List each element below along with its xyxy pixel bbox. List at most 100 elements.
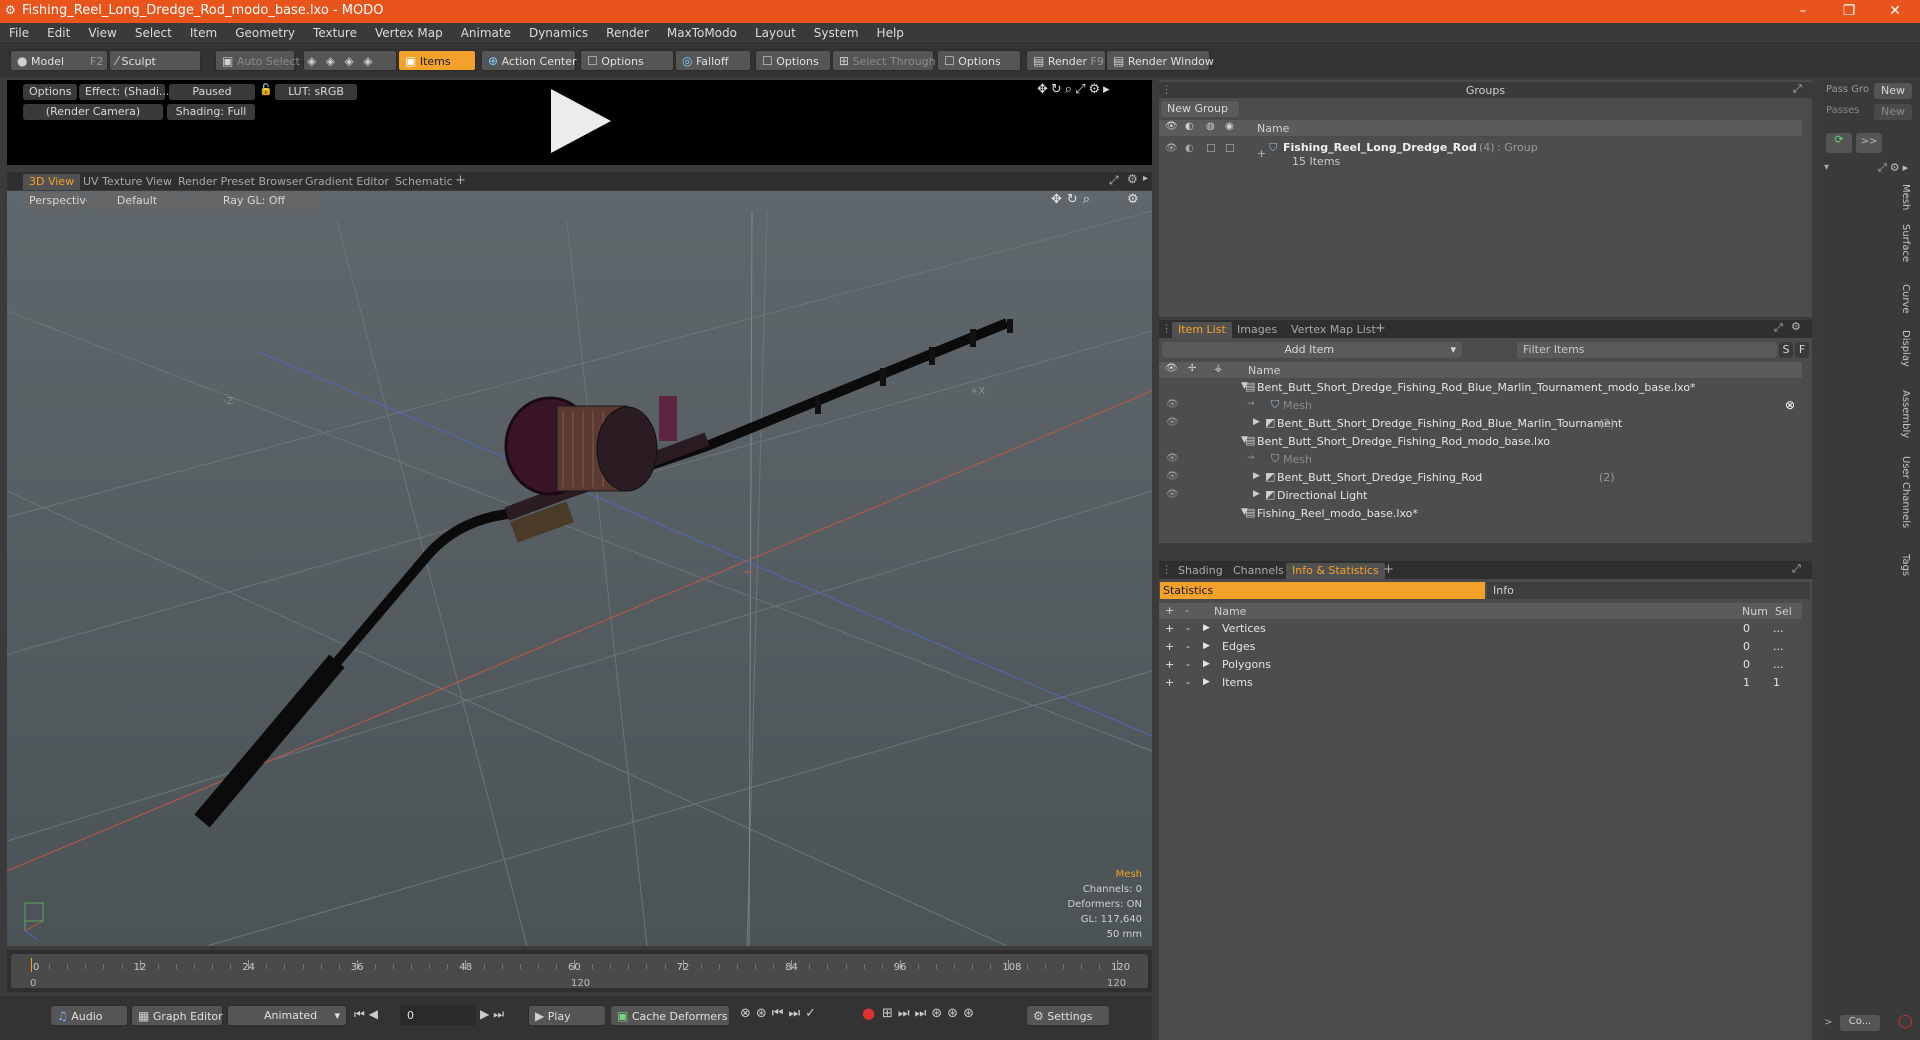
- expand-plus-icon[interactable]: +: [1165, 622, 1174, 635]
- row-eye-icon[interactable]: 👁: [1166, 417, 1179, 428]
- falloff-options-button[interactable]: ☐ Options: [755, 50, 831, 71]
- play-button[interactable]: ▶ Play: [528, 1005, 606, 1026]
- add-tab-icon[interactable]: +: [1383, 562, 1394, 577]
- item-list-row[interactable]: ▼ ▤ Fishing_Reel_modo_base.lxo*: [1159, 505, 1802, 523]
- action-center-button[interactable]: ⊕ Action Center: [481, 50, 577, 71]
- shading-dropdown[interactable]: Shading: Full: [167, 104, 255, 120]
- group-visibility-icon[interactable]: 👁: [1165, 143, 1178, 154]
- lock-icon[interactable]: 🔓: [259, 83, 273, 96]
- close-icon[interactable]: ✕: [1872, 0, 1918, 23]
- collapse-arrow-icon[interactable]: >: [1824, 1017, 1832, 1028]
- edge-mode-icon[interactable]: ◈: [326, 54, 335, 68]
- expand-triangle-icon[interactable]: ▶: [1253, 417, 1260, 427]
- animated-dropdown[interactable]: Animated ▾: [227, 1005, 347, 1026]
- filter-s-button[interactable]: S: [1779, 342, 1793, 358]
- menu-item-system[interactable]: System: [805, 23, 868, 40]
- co-button[interactable]: Co...: [1840, 1015, 1880, 1031]
- menu-item-edit[interactable]: Edit: [38, 23, 79, 40]
- preview-nav-icons[interactable]: ✥↻⌕⤢⚙▸: [1037, 82, 1113, 97]
- items-mode-button[interactable]: ▣ Items: [398, 50, 476, 71]
- vertex-mode-icon[interactable]: ◈: [307, 54, 316, 68]
- stats-row[interactable]: + - ▶ Vertices 0...: [1159, 620, 1802, 638]
- expand-triangle-icon[interactable]: ▶: [1203, 641, 1210, 651]
- side-tab-user-channels[interactable]: User Channels: [1900, 456, 1911, 528]
- collapse-minus-icon[interactable]: -: [1186, 676, 1190, 689]
- polygon-mode-icon[interactable]: ◈: [344, 54, 353, 68]
- render-button[interactable]: ▤ Render F9: [1026, 50, 1106, 71]
- select-through-button[interactable]: ⊞ Select Through: [832, 50, 936, 71]
- item-list-row[interactable]: ▼ ▤ Bent_Butt_Short_Dredge_Fishing_Rod_Blu…: [1159, 379, 1802, 397]
- collapse-minus-icon[interactable]: -: [1186, 622, 1190, 635]
- info-maximize-icon[interactable]: ⤢: [1792, 562, 1801, 576]
- side-panel-icons[interactable]: ⤢⚙▸: [1878, 161, 1911, 175]
- expand-plus-icon[interactable]: +: [1165, 658, 1174, 671]
- lut-dropdown[interactable]: LUT: sRGB: [275, 84, 357, 100]
- item-list-row[interactable]: 👁 ▶ ◩ Bent_Butt_Short_Dredge_Fishing_Rod_Bl…: [1159, 415, 1802, 433]
- item-list-row[interactable]: 👁 ▶ ◩ Bent_Butt_Short_Dredge_Fishing_Rod (2): [1159, 469, 1802, 487]
- menu-item-item[interactable]: Item: [181, 23, 226, 40]
- expand-triangle-icon[interactable]: ▶: [1203, 623, 1210, 633]
- viewport-arrow-icon[interactable]: ▸: [1143, 173, 1148, 184]
- cache-deformers-button[interactable]: ▣ Cache Deformers: [610, 1005, 730, 1026]
- add-item-button[interactable]: Add Item ▾: [1162, 342, 1462, 358]
- group-expand-icon[interactable]: +: [1257, 147, 1266, 160]
- row-eye-icon[interactable]: 👁: [1166, 489, 1179, 500]
- render-window-button[interactable]: ▤ Render Window: [1106, 50, 1214, 71]
- item-list-row[interactable]: 👁 → ⛉ Mesh: [1159, 397, 1802, 415]
- item-list-row[interactable]: 👁 → ⛉ Mesh: [1159, 451, 1802, 469]
- viewport-gear-icon[interactable]: ⚙: [1127, 172, 1138, 186]
- menu-item-texture[interactable]: Texture: [304, 23, 366, 40]
- model-button[interactable]: ● Model F2: [10, 50, 108, 71]
- add-tab-icon[interactable]: +: [1375, 321, 1386, 336]
- tab-gradient-editor[interactable]: Gradient Editor: [299, 174, 395, 190]
- groups-maximize-icon[interactable]: ⤢: [1793, 82, 1802, 96]
- camera-dropdown[interactable]: (Render Camera): [23, 104, 163, 120]
- menu-item-file[interactable]: File: [0, 23, 38, 40]
- menu-item-render[interactable]: Render: [597, 23, 658, 40]
- sculpt-button[interactable]: ⁄ Sculpt: [109, 50, 201, 71]
- maximize-icon[interactable]: ❐: [1826, 0, 1872, 23]
- row-eye-icon[interactable]: 👁: [1166, 453, 1179, 464]
- add-tab-icon[interactable]: +: [455, 173, 466, 188]
- raygl-dropdown[interactable]: Ray GL: Off: [191, 193, 317, 209]
- transport-back-icons[interactable]: ⏮◀: [354, 1007, 382, 1022]
- frame-input[interactable]: 0: [400, 1005, 476, 1026]
- tab-shading[interactable]: Shading: [1172, 563, 1229, 579]
- tab-vertex-map-list[interactable]: Vertex Map List: [1285, 322, 1382, 338]
- close-circle-icon[interactable]: ⊗: [1785, 398, 1795, 412]
- style-dropdown[interactable]: Default: [87, 193, 187, 209]
- side-tab-curve[interactable]: Curve: [1900, 284, 1911, 314]
- group-row[interactable]: 👁 ◐ ☐ ☐ + ⛉ Fishing_Reel_Long_Dredge_Rod…: [1159, 141, 1802, 171]
- refresh-icon[interactable]: ⟳: [1826, 133, 1852, 153]
- menu-item-vertex-map[interactable]: Vertex Map: [366, 23, 452, 40]
- falloff-button[interactable]: ◎ Falloff: [675, 50, 751, 71]
- settings-button[interactable]: ⚙ Settings: [1026, 1005, 1110, 1026]
- effect-dropdown[interactable]: Effect: (Shadi...: [79, 84, 169, 100]
- menu-item-help[interactable]: Help: [868, 23, 913, 40]
- tab-3d-view[interactable]: 3D View: [23, 174, 81, 190]
- stats-row[interactable]: + - ▶ Polygons 0...: [1159, 656, 1802, 674]
- new-group-button[interactable]: New Group: [1161, 101, 1239, 117]
- viewport-settings-gear-icon[interactable]: ⚙: [1127, 192, 1139, 207]
- expand-plus-icon[interactable]: +: [1165, 676, 1174, 689]
- menu-item-maxtomodo[interactable]: MaxToModo: [658, 23, 746, 40]
- key-extra-icons[interactable]: ⊞⏭⏭⊛⊛⊛: [882, 1006, 979, 1021]
- audio-button[interactable]: ♫ Audio: [50, 1005, 128, 1026]
- group-select-icon[interactable]: ☐: [1225, 142, 1235, 155]
- new-pass-group-button[interactable]: New: [1874, 83, 1912, 99]
- collapse-minus-icon[interactable]: -: [1186, 658, 1190, 671]
- itemlist-maximize-icon[interactable]: ⤢: [1774, 321, 1783, 335]
- timeline[interactable]: 0 12 24 36 48 60 72 84 96 108 120 0 120 120: [7, 950, 1152, 992]
- expand-triangle-icon[interactable]: ▶: [1203, 677, 1210, 687]
- panel-grip-icon[interactable]: ⋮: [1161, 322, 1172, 335]
- stop-record-icon[interactable]: ◯: [1898, 1014, 1913, 1029]
- tab-info-statistics[interactable]: Info & Statistics: [1286, 563, 1385, 579]
- group-render-icon[interactable]: ◐: [1185, 143, 1194, 154]
- side-tab-surface[interactable]: Surface: [1900, 224, 1911, 262]
- tab-statistics[interactable]: Statistics: [1160, 582, 1485, 599]
- key-tools-icons[interactable]: ⊗⊛⏮⏭✓: [740, 1006, 821, 1021]
- tab-item-list[interactable]: Item List: [1172, 322, 1232, 338]
- tab-images[interactable]: Images: [1231, 322, 1283, 338]
- 3d-viewport[interactable]: Perspective Default Ray GL: Off ✥↻⌕ ⚙ -Z…: [7, 191, 1152, 946]
- expand-all-icon[interactable]: +: [1165, 604, 1174, 617]
